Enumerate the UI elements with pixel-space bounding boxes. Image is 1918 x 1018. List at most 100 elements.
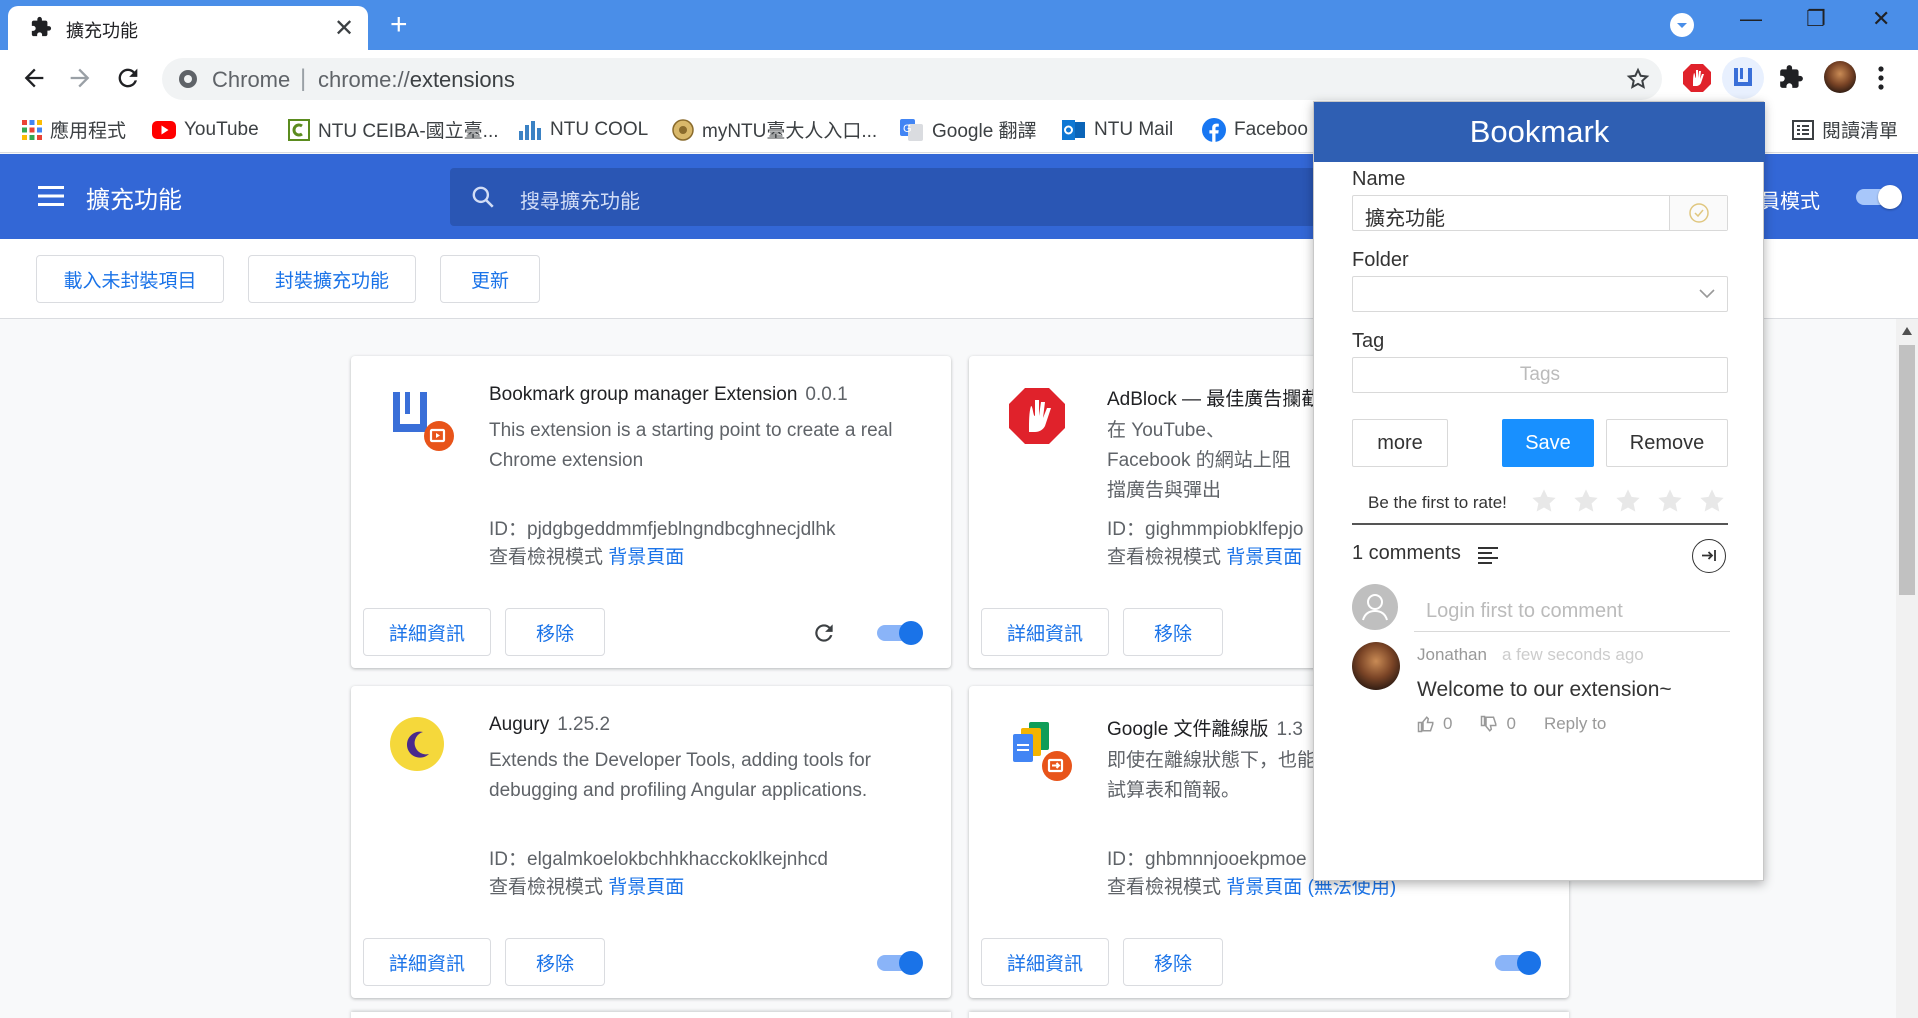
star-icon[interactable] xyxy=(1614,487,1642,515)
bookmark-youtube[interactable]: YouTube xyxy=(152,106,259,153)
login-icon[interactable] xyxy=(1692,539,1726,573)
forward-icon[interactable] xyxy=(66,64,94,92)
outlook-icon xyxy=(1062,119,1086,141)
developer-mode-toggle[interactable] xyxy=(1854,184,1902,210)
bookmark-myntu[interactable]: myNTU臺大人入口... xyxy=(672,106,877,153)
comments-count: 1 comments xyxy=(1352,542,1461,564)
minimize-button[interactable]: — xyxy=(1740,6,1762,32)
name-field[interactable]: 擴充功能 xyxy=(1352,195,1728,231)
star-icon[interactable] xyxy=(1530,487,1558,515)
bookmark-facebook[interactable]: Faceboo xyxy=(1202,106,1308,153)
google-docs-offline-icon xyxy=(1007,716,1073,782)
details-button[interactable]: 詳細資訊 xyxy=(981,938,1109,986)
update-button[interactable]: 更新 xyxy=(440,255,540,303)
save-button[interactable]: Save xyxy=(1502,419,1594,467)
reply-link[interactable]: Reply to xyxy=(1544,714,1606,734)
load-unpacked-button[interactable]: 載入未封裝項目 xyxy=(36,255,224,303)
remove-button[interactable]: 移除 xyxy=(505,938,605,986)
omnibox-separator: | xyxy=(300,65,307,92)
scroll-up-arrow-icon[interactable] xyxy=(1902,327,1912,335)
remove-button[interactable]: 移除 xyxy=(1123,608,1223,656)
bookmark-google-translate[interactable]: G Google 翻譯 xyxy=(900,106,1037,153)
tab-extensions[interactable]: 擴充功能 ✕ xyxy=(8,6,368,50)
browser-toolbar: Chrome | chrome://extensions xyxy=(0,50,1918,106)
tab-title: 擴充功能 xyxy=(66,21,138,41)
folder-label: Folder xyxy=(1352,249,1409,271)
name-label: Name xyxy=(1352,168,1406,190)
bookmark-ceiba[interactable]: NTU CEIBA-國立臺... xyxy=(288,106,499,153)
search-placeholder: 搜尋擴充功能 xyxy=(520,191,640,213)
star-icon[interactable] xyxy=(1626,67,1650,91)
comment-actions: 0 0 Reply to xyxy=(1417,714,1606,734)
tag-input[interactable]: Tags xyxy=(1352,357,1728,393)
extension-card-partial xyxy=(969,1012,1569,1018)
extension-name: AdBlock — 最佳廣告攔截 xyxy=(1107,389,1321,410)
extension-card: Augury 1.25.2 Extends the Developer Tools… xyxy=(351,686,951,998)
extension-enable-toggle[interactable] xyxy=(877,951,923,975)
background-page-link[interactable]: 背景頁面 xyxy=(608,877,684,898)
address-bar[interactable]: Chrome | chrome://extensions xyxy=(162,58,1662,100)
tab-search-icon[interactable] xyxy=(1670,13,1694,37)
new-tab-button[interactable]: + xyxy=(390,8,408,42)
folder-select[interactable] xyxy=(1352,276,1728,312)
extension-name: Augury 1.25.2 xyxy=(489,714,611,735)
youtube-icon xyxy=(152,120,176,139)
tag-placeholder: Tags xyxy=(1519,364,1561,385)
comment-text: Welcome to our extension~ xyxy=(1417,678,1672,701)
comment-placeholder: Login first to comment xyxy=(1426,600,1623,622)
chevron-down-icon xyxy=(1699,288,1715,300)
menu-kebab-icon[interactable] xyxy=(1876,64,1886,92)
bookmark-popup: Bookmark Name 擴充功能 Folder Tag Tags more … xyxy=(1313,101,1765,881)
inspect-views: 查看檢視模式 背景頁面 xyxy=(489,547,685,568)
details-button[interactable]: 詳細資訊 xyxy=(363,608,491,656)
hamburger-menu-icon[interactable] xyxy=(38,185,64,207)
more-button[interactable]: more xyxy=(1352,419,1448,467)
reload-icon[interactable] xyxy=(114,64,142,92)
guest-avatar xyxy=(1352,584,1398,630)
bookmark-extension-icon[interactable] xyxy=(1722,57,1764,99)
extension-id: ID：gighmmpiobklfepjo xyxy=(1107,519,1304,540)
profile-avatar[interactable] xyxy=(1824,61,1856,93)
bookmark-ntu-mail[interactable]: NTU Mail xyxy=(1062,106,1173,153)
name-check-icon[interactable] xyxy=(1669,196,1727,230)
window-close-button[interactable]: ✕ xyxy=(1872,6,1890,32)
myntu-icon xyxy=(672,118,694,141)
extensions-search-input[interactable]: 搜尋擴充功能 xyxy=(450,168,1350,226)
background-page-link[interactable]: 背景頁面 xyxy=(608,547,684,568)
rating-stars[interactable] xyxy=(1530,487,1726,515)
adblock-extension-icon[interactable] xyxy=(1682,63,1712,93)
back-icon[interactable] xyxy=(20,64,48,92)
reading-list-button[interactable]: 閱讀清單 xyxy=(1792,106,1898,153)
comment-input[interactable]: Login first to comment xyxy=(1414,596,1730,632)
extension-card-partial xyxy=(351,1012,951,1018)
extension-enable-toggle[interactable] xyxy=(877,621,923,645)
star-icon[interactable] xyxy=(1656,487,1684,515)
extension-enable-toggle[interactable] xyxy=(1495,951,1541,975)
remove-bookmark-button[interactable]: Remove xyxy=(1606,419,1728,467)
search-icon xyxy=(470,184,496,210)
star-icon[interactable] xyxy=(1572,487,1600,515)
reload-extension-icon[interactable] xyxy=(811,620,837,646)
thumbs-down-icon[interactable] xyxy=(1480,715,1498,733)
bookmark-ntu-cool[interactable]: NTU COOL xyxy=(518,106,648,153)
comment-author[interactable]: Jonathan xyxy=(1417,645,1487,665)
restore-button[interactable]: ❐ xyxy=(1806,6,1826,32)
thumbs-up-icon[interactable] xyxy=(1417,715,1435,733)
extensions-puzzle-icon[interactable] xyxy=(1778,64,1804,90)
facebook-icon xyxy=(1202,117,1226,142)
details-button[interactable]: 詳細資訊 xyxy=(363,938,491,986)
star-icon[interactable] xyxy=(1698,487,1726,515)
details-button[interactable]: 詳細資訊 xyxy=(981,608,1109,656)
bookmark-apps[interactable]: 應用程式 xyxy=(22,106,126,153)
tab-close-icon[interactable]: ✕ xyxy=(334,14,354,43)
sort-lines-icon[interactable] xyxy=(1478,546,1498,564)
scrollbar-thumb[interactable] xyxy=(1899,345,1915,595)
google-translate-icon: G xyxy=(900,118,924,141)
inspect-views: 查看檢視模式 背景頁面 xyxy=(489,877,685,898)
remove-button[interactable]: 移除 xyxy=(505,608,605,656)
remove-button[interactable]: 移除 xyxy=(1123,938,1223,986)
like-count: 0 xyxy=(1443,714,1453,733)
background-page-link[interactable]: 背景頁面 xyxy=(1226,547,1302,568)
pack-extension-button[interactable]: 封裝擴充功能 xyxy=(248,255,416,303)
page-scrollbar[interactable] xyxy=(1896,319,1918,1018)
